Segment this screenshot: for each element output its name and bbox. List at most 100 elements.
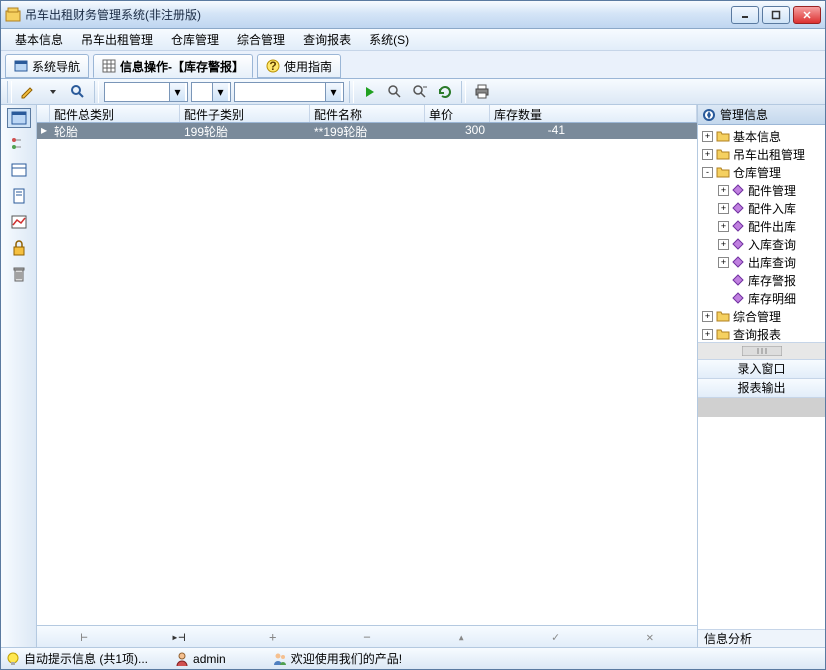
nav-tree[interactable]: +基本信息+吊车出租管理-仓库管理+配件管理+配件入库+配件出库+入库查询+出库… [698, 125, 825, 342]
col-0[interactable]: 配件总类别 [50, 105, 180, 122]
nav-prev[interactable]: ▸⊣ [158, 630, 198, 644]
maximize-button[interactable] [762, 6, 790, 24]
chevron-down-icon[interactable]: ▾ [169, 83, 185, 101]
tree-node[interactable]: +配件出库 [698, 217, 825, 235]
tree-node[interactable]: + 基本信息 [698, 127, 825, 145]
view-window-button[interactable] [7, 108, 31, 128]
view-trash-button[interactable] [7, 264, 31, 284]
nav-first[interactable]: ⊢ [64, 630, 104, 644]
expand-icon[interactable]: + [718, 257, 729, 268]
tree-header-label: 管理信息 [720, 106, 768, 123]
menu-composite[interactable]: 综合管理 [229, 29, 293, 50]
expand-icon[interactable]: - [702, 167, 713, 178]
find-button[interactable] [67, 81, 89, 103]
view-lock-button[interactable] [7, 238, 31, 258]
grid-row[interactable]: ▸ 轮胎 199轮胎 **199轮胎 300 -41 [37, 123, 697, 139]
col-2[interactable]: 配件名称 [310, 105, 425, 122]
window-icon [14, 59, 28, 73]
edit-button[interactable] [17, 81, 39, 103]
tab-guide-label: 使用指南 [284, 58, 332, 75]
tree-label: 基本信息 [733, 128, 781, 145]
col-1[interactable]: 配件子类别 [180, 105, 310, 122]
status-welcome-text: 欢迎使用我们的产品! [291, 650, 402, 667]
chevron-down-icon[interactable]: ▾ [212, 83, 228, 101]
info-analysis-label[interactable]: 信息分析 [698, 629, 825, 647]
cell: **199轮胎 [310, 123, 425, 139]
tree-node[interactable]: + 配件入库 [698, 199, 825, 217]
main-area: 配件总类别 配件子类别 配件名称 单价 库存数量 ▸ 轮胎 199轮胎 **19… [1, 105, 825, 647]
expand-icon[interactable]: + [702, 311, 713, 322]
tree-node[interactable]: +入库查询 [698, 235, 825, 253]
combo-2-input[interactable] [192, 85, 212, 99]
tree-label: 仓库管理 [733, 164, 781, 181]
tree-node[interactable]: 库存明细 [698, 289, 825, 307]
combo-3-input[interactable] [235, 85, 325, 99]
tree-node[interactable]: - 仓库管理 [698, 163, 825, 181]
menu-report[interactable]: 查询报表 [295, 29, 359, 50]
input-window-button[interactable]: 录入窗口 [698, 360, 825, 379]
expand-icon[interactable]: + [718, 185, 729, 196]
tab-guide[interactable]: ? 使用指南 [257, 54, 341, 78]
tree-label: 综合管理 [733, 308, 781, 325]
svg-text:?: ? [269, 59, 276, 73]
nav-cancel[interactable]: ✕ [630, 630, 670, 644]
nav-del[interactable]: − [347, 630, 387, 644]
combo-3[interactable]: ▾ [234, 82, 344, 102]
bulb-icon [5, 651, 21, 667]
compass-icon [702, 108, 716, 122]
run-button[interactable] [359, 81, 381, 103]
tree-node[interactable]: +配件管理 [698, 181, 825, 199]
menu-warehouse[interactable]: 仓库管理 [163, 29, 227, 50]
expand-icon[interactable]: + [718, 203, 729, 214]
tree-header: 管理信息 [698, 105, 825, 125]
col-4[interactable]: 库存数量 [490, 105, 697, 122]
tab-nav[interactable]: 系统导航 [5, 54, 89, 78]
tab-bar: 系统导航 信息操作-【库存警报】 ? 使用指南 [1, 51, 825, 79]
menu-crane[interactable]: 吊车出租管理 [73, 29, 161, 50]
edit-dropdown[interactable] [42, 81, 64, 103]
tree-node[interactable]: + 综合管理 [698, 307, 825, 325]
nav-add[interactable]: + [253, 630, 293, 644]
nav-post[interactable]: ✓ [536, 630, 576, 644]
tab-info[interactable]: 信息操作-【库存警报】 [93, 54, 253, 78]
search-all-button[interactable] [384, 81, 406, 103]
menu-bar: 基本信息 吊车出租管理 仓库管理 综合管理 查询报表 系统(S) [1, 29, 825, 51]
view-chart-button[interactable] [7, 212, 31, 232]
cell: 轮胎 [50, 123, 180, 139]
view-doc-button[interactable] [7, 186, 31, 206]
expand-icon[interactable]: + [702, 329, 713, 340]
menu-system[interactable]: 系统(S) [361, 29, 417, 50]
tree-node[interactable]: +吊车出租管理 [698, 145, 825, 163]
combo-1-input[interactable] [105, 85, 169, 99]
expand-icon[interactable]: + [718, 239, 729, 250]
combo-2[interactable]: ▾ [191, 82, 231, 102]
minimize-button[interactable] [731, 6, 759, 24]
h-scrollbar[interactable] [698, 342, 825, 360]
print-button[interactable] [471, 81, 493, 103]
menu-basic[interactable]: 基本信息 [7, 29, 71, 50]
tree-node[interactable]: 库存警报 [698, 271, 825, 289]
nav-edit[interactable]: ▴ [441, 630, 481, 644]
combo-1[interactable]: ▾ [104, 82, 188, 102]
panel-spacer [698, 398, 825, 417]
view-tree-button[interactable] [7, 134, 31, 154]
tree-label: 出库查询 [748, 254, 796, 271]
tree-label: 配件入库 [748, 200, 796, 217]
status-tip[interactable]: 自动提示信息 (共1项)... [5, 650, 148, 667]
tree-node[interactable]: + 出库查询 [698, 253, 825, 271]
expand-icon[interactable]: + [718, 221, 729, 232]
grid-body[interactable]: ▸ 轮胎 199轮胎 **199轮胎 300 -41 [37, 123, 697, 625]
tree-label: 库存明细 [748, 290, 796, 307]
tree-node[interactable]: +查询报表 [698, 325, 825, 342]
col-3[interactable]: 单价 [425, 105, 490, 122]
search-one-button[interactable] [409, 81, 431, 103]
expand-icon[interactable]: + [702, 149, 713, 160]
report-output-button[interactable]: 报表输出 [698, 379, 825, 398]
view-list-button[interactable] [7, 160, 31, 180]
status-user-text: admin [193, 652, 226, 666]
toolbar: ▾ ▾ ▾ [1, 79, 825, 105]
expand-icon[interactable]: + [702, 131, 713, 142]
close-button[interactable] [793, 6, 821, 24]
refresh-button[interactable] [434, 81, 456, 103]
chevron-down-icon[interactable]: ▾ [325, 83, 341, 101]
